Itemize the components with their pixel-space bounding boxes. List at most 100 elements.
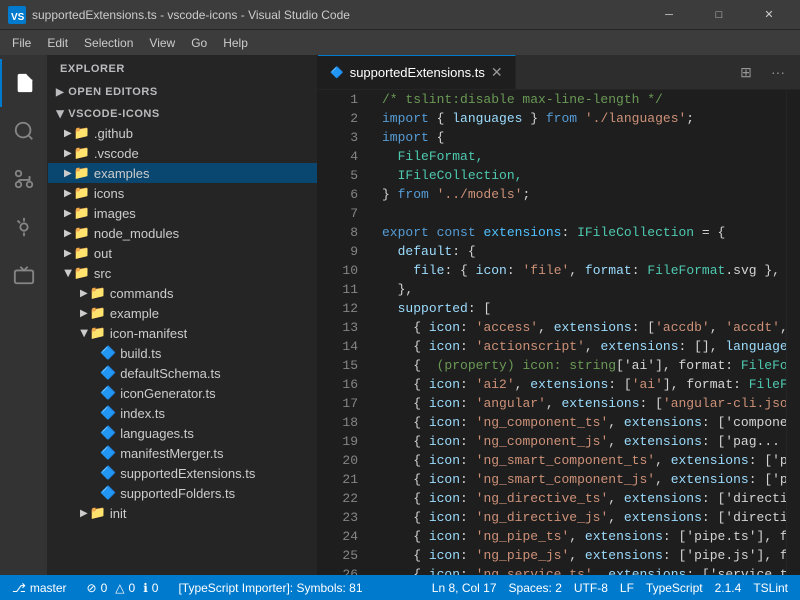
folder-icon: 📁 xyxy=(74,265,90,281)
git-branch[interactable]: ⎇ master xyxy=(8,581,71,595)
menubar: File Edit Selection View Go Help xyxy=(0,30,800,55)
sidebar: EXPLORER ▶ OPEN EDITORS ▶ VSCODE-ICONS ▶ xyxy=(48,55,318,575)
errors-warnings[interactable]: ⊘ 0 △ 0 ℹ 0 xyxy=(83,581,163,595)
encoding[interactable]: UTF-8 xyxy=(570,581,612,595)
editor-scrollbar[interactable] xyxy=(786,90,800,575)
main-layout: EXPLORER ▶ OPEN EDITORS ▶ VSCODE-ICONS ▶ xyxy=(0,55,800,575)
file-icon: 🔷 xyxy=(100,385,116,401)
svg-text:VS: VS xyxy=(11,12,25,23)
line-ending-label: LF xyxy=(620,581,634,595)
vscode-icons-chevron: ▶ xyxy=(55,110,66,118)
minimize-button[interactable]: ─ xyxy=(646,0,692,30)
maximize-button[interactable]: □ xyxy=(696,0,742,30)
close-button[interactable]: ✕ xyxy=(746,0,792,30)
tree-item-vscode[interactable]: ▶ 📁 .vscode xyxy=(48,143,317,163)
tab-supported-extensions[interactable]: 🔷 supportedExtensions.ts ✕ xyxy=(318,55,516,89)
tree-item-supportedfolders[interactable]: 🔷 supportedFolders.ts xyxy=(48,483,317,503)
tree-item-out[interactable]: ▶ 📁 out xyxy=(48,243,317,263)
error-icon: ⊘ xyxy=(87,581,97,595)
folder-chevron: ▶ xyxy=(80,288,88,299)
line-ending[interactable]: LF xyxy=(616,581,638,595)
tree-item-supportedextensions[interactable]: 🔷 supportedExtensions.ts xyxy=(48,463,317,483)
folder-chevron: ▶ xyxy=(80,308,88,319)
info-count: 0 xyxy=(152,581,159,595)
tree-item-label: icons xyxy=(94,186,124,201)
sidebar-content[interactable]: ▶ OPEN EDITORS ▶ VSCODE-ICONS ▶ 📁 .githu… xyxy=(48,83,317,575)
indentation[interactable]: Spaces: 2 xyxy=(505,581,566,595)
tree-item-label: supportedFolders.ts xyxy=(120,486,235,501)
tree-item-label: src xyxy=(94,266,111,281)
tree-item-example[interactable]: ▶ 📁 example xyxy=(48,303,317,323)
more-actions-button[interactable]: ··· xyxy=(764,58,792,86)
activity-source-control[interactable] xyxy=(0,155,48,203)
tree-item-label: index.ts xyxy=(120,406,165,421)
open-editors-header[interactable]: ▶ OPEN EDITORS xyxy=(48,83,317,101)
tree-item-examples[interactable]: ▶ 📁 examples xyxy=(48,163,317,183)
tree-item-images[interactable]: ▶ 📁 images xyxy=(48,203,317,223)
titlebar: VS supportedExtensions.ts - vscode-icons… xyxy=(0,0,800,30)
folder-chevron: ▶ xyxy=(80,508,88,519)
code-line-11: }, xyxy=(382,280,770,299)
split-editor-button[interactable]: ⊞ xyxy=(732,58,760,86)
tree-item-label: .github xyxy=(94,126,133,141)
code-line-26: { icon: 'ng_service_ts', extensions: ['s… xyxy=(382,565,770,575)
file-icon: 🔷 xyxy=(100,485,116,501)
tree-item-src[interactable]: ▶ 📁 src xyxy=(48,263,317,283)
file-icon: 🔷 xyxy=(100,445,116,461)
code-line-1: /* tslint:disable max-line-length */ xyxy=(382,90,770,109)
activity-explorer[interactable] xyxy=(0,59,48,107)
activity-extensions[interactable] xyxy=(0,251,48,299)
code-line-14: { icon: 'actionscript', extensions: [], … xyxy=(382,337,770,356)
tree-item-node-modules[interactable]: ▶ 📁 node_modules xyxy=(48,223,317,243)
folder-chevron: ▶ xyxy=(64,248,72,259)
vscode-icons-header[interactable]: ▶ VSCODE-ICONS xyxy=(48,105,317,123)
tree-item-github[interactable]: ▶ 📁 .github xyxy=(48,123,317,143)
tree-item-label: .vscode xyxy=(94,146,139,161)
tree-item-languages[interactable]: 🔷 languages.ts xyxy=(48,423,317,443)
menu-edit[interactable]: Edit xyxy=(39,34,76,52)
tree-item-build[interactable]: 🔷 build.ts xyxy=(48,343,317,363)
error-count: 0 xyxy=(101,581,108,595)
encoding-label: UTF-8 xyxy=(574,581,608,595)
menu-selection[interactable]: Selection xyxy=(76,34,141,52)
code-content[interactable]: /* tslint:disable max-line-length */ imp… xyxy=(366,90,786,575)
cursor-position[interactable]: Ln 8, Col 17 xyxy=(428,581,501,595)
warning-icon: △ xyxy=(115,581,124,595)
tab-close-button[interactable]: ✕ xyxy=(491,64,503,81)
statusbar: ⎇ master ⊘ 0 △ 0 ℹ 0 [TypeScript Importe… xyxy=(0,575,800,600)
tree-item-label: init xyxy=(110,506,127,521)
tree-item-icon-manifest[interactable]: ▶ 📁 icon-manifest xyxy=(48,323,317,343)
menu-file[interactable]: File xyxy=(4,34,39,52)
activity-search[interactable] xyxy=(0,107,48,155)
tree-item-defaultschema[interactable]: 🔷 defaultSchema.ts xyxy=(48,363,317,383)
menu-view[interactable]: View xyxy=(141,34,183,52)
tree-item-label: out xyxy=(94,246,112,261)
tree-item-icongenerator[interactable]: 🔷 iconGenerator.ts xyxy=(48,383,317,403)
language-importer-info[interactable]: [TypeScript Importer]: Symbols: 81 xyxy=(174,581,366,595)
tree-item-icons[interactable]: ▶ 📁 icons xyxy=(48,183,317,203)
ts-version[interactable]: 2.1.4 xyxy=(711,581,746,595)
tree-item-commands[interactable]: ▶ 📁 commands xyxy=(48,283,317,303)
git-icon: ⎇ xyxy=(12,581,26,595)
open-editors-chevron: ▶ xyxy=(56,87,64,98)
window-controls: ─ □ ✕ xyxy=(646,0,792,30)
tslint[interactable]: TSLint xyxy=(749,581,792,595)
tab-label: supportedExtensions.ts xyxy=(350,65,485,80)
tree-item-manifestmerger[interactable]: 🔷 manifestMerger.ts xyxy=(48,443,317,463)
ts-version-label: 2.1.4 xyxy=(715,581,742,595)
language-mode[interactable]: TypeScript xyxy=(642,581,707,595)
code-line-6: } from '../models'; xyxy=(382,185,770,204)
code-line-19: { icon: 'ng_component_js', extensions: [… xyxy=(382,432,770,451)
folder-chevron: ▶ xyxy=(78,329,89,337)
tree-item-index[interactable]: 🔷 index.ts xyxy=(48,403,317,423)
tab-icon: 🔷 xyxy=(330,66,344,79)
menu-go[interactable]: Go xyxy=(183,34,215,52)
spaces-label: Spaces: 2 xyxy=(509,581,562,595)
activity-debug[interactable] xyxy=(0,203,48,251)
editor-area: 🔷 supportedExtensions.ts ✕ ⊞ ··· 123456 … xyxy=(318,55,800,575)
folder-chevron: ▶ xyxy=(64,188,72,199)
menu-help[interactable]: Help xyxy=(215,34,256,52)
tree-item-init[interactable]: ▶ 📁 init xyxy=(48,503,317,523)
code-line-7 xyxy=(382,204,770,223)
window-title: supportedExtensions.ts - vscode-icons - … xyxy=(32,8,646,22)
